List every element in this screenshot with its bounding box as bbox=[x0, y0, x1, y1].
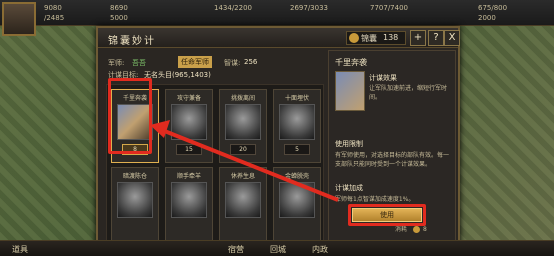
resource-6: 675/800 bbox=[478, 4, 508, 12]
tab-camp[interactable]: 宿营 bbox=[228, 244, 244, 255]
card-jinchan-tuoqiao[interactable]: 金蝉脱壳 bbox=[273, 167, 321, 241]
card-shimian-maifu[interactable]: 十面埋伏 5 bbox=[273, 89, 321, 163]
card-tiaobo-lijian[interactable]: 挑拨离间 20 bbox=[219, 89, 267, 163]
highlight-selected-card bbox=[108, 78, 152, 154]
card-name: 攻守兼备 bbox=[176, 95, 201, 102]
card-gongshou-jianbei[interactable]: 攻守兼备 15 bbox=[165, 89, 213, 163]
card-name: 顺手牵羊 bbox=[176, 173, 201, 180]
bottom-bar: 道具 宿营 回城 内政 bbox=[0, 240, 554, 256]
card-art-icon bbox=[225, 182, 261, 218]
card-name: 暗渡陈仓 bbox=[122, 173, 147, 180]
card-art-icon bbox=[279, 182, 315, 218]
bonus-title: 计谋加成 bbox=[335, 184, 363, 192]
card-shunshou-qianyang[interactable]: 顺手牵羊 bbox=[165, 167, 213, 241]
modal-title: 锦囊妙计 bbox=[108, 36, 156, 47]
resource-5: 7707/7400 bbox=[370, 4, 408, 12]
cost-label: 消耗 bbox=[395, 226, 408, 233]
resource-3: 1434/2200 bbox=[214, 4, 252, 12]
card-art-icon bbox=[117, 182, 153, 218]
detail-title: 千里奔袭 bbox=[335, 58, 367, 67]
tab-internal[interactable]: 内政 bbox=[312, 244, 328, 255]
lord-avatar[interactable] bbox=[2, 2, 36, 36]
bonus-text: 军师每1点智谋加成速度1%。 bbox=[335, 196, 415, 203]
highlight-use-button bbox=[348, 204, 426, 226]
effect-title: 计谋效果 bbox=[369, 74, 397, 82]
gold-icon bbox=[413, 226, 420, 233]
close-button[interactable]: X bbox=[444, 30, 460, 46]
detail-art bbox=[335, 71, 365, 111]
gold-icon bbox=[349, 33, 359, 43]
effect-text: 让军队加速前进，缩短行军时间。 bbox=[369, 85, 448, 101]
tab-return-city[interactable]: 回城 bbox=[270, 244, 286, 255]
add-gold-button[interactable]: + bbox=[410, 30, 426, 46]
card-art-icon bbox=[225, 104, 261, 140]
army-label: 军师: bbox=[108, 59, 125, 67]
card-art-icon bbox=[279, 104, 315, 140]
card-xiuyang-shengxi[interactable]: 休养生息 bbox=[219, 167, 267, 241]
card-name: 休养生息 bbox=[230, 173, 255, 180]
card-cost: 20 bbox=[230, 144, 256, 155]
help-button[interactable]: ? bbox=[428, 30, 444, 46]
wisdom-label: 智谋: bbox=[224, 59, 241, 67]
top-resource-bar: 9080 8690 1434/2200 2697/3033 7707/7400 … bbox=[0, 0, 554, 36]
card-name: 挑拨离间 bbox=[230, 95, 255, 102]
card-cost: 5 bbox=[284, 144, 310, 155]
card-andu-chencang[interactable]: 暗渡陈仓 bbox=[111, 167, 159, 241]
resource-2: 8690 bbox=[110, 4, 128, 12]
limit-text: 有军师使用，对选择目标的部队有效。每一支部队只能同时受到一个计谋效果。 bbox=[335, 152, 450, 168]
card-art-icon bbox=[171, 104, 207, 140]
cost-value: 8 bbox=[423, 226, 427, 233]
gold-label: 锦囊 bbox=[361, 34, 377, 43]
resource-7: /2485 bbox=[44, 14, 65, 22]
army-value: 吾吾 bbox=[132, 59, 146, 67]
gold-counter: 锦囊 138 bbox=[346, 31, 406, 45]
card-name: 金蝉脱壳 bbox=[284, 173, 309, 180]
target-value: 无名头目(965,1403) bbox=[144, 71, 211, 79]
modal-header: 锦囊妙计 锦囊 138 + ? X bbox=[98, 28, 460, 48]
appoint-badge[interactable]: 任命军师 bbox=[178, 56, 212, 68]
wisdom-value: 256 bbox=[244, 58, 258, 66]
resource-4: 2697/3033 bbox=[290, 4, 328, 12]
resource-1: 9080 bbox=[44, 4, 62, 12]
bottom-left-label: 道具 bbox=[12, 245, 28, 254]
card-art-icon bbox=[171, 182, 207, 218]
card-cost: 15 bbox=[176, 144, 202, 155]
resource-9: 2000 bbox=[478, 14, 496, 22]
resource-8: 5000 bbox=[110, 14, 128, 22]
gold-value: 138 bbox=[383, 33, 399, 42]
card-name: 十面埋伏 bbox=[284, 95, 309, 102]
limit-title: 使用限制 bbox=[335, 140, 363, 148]
